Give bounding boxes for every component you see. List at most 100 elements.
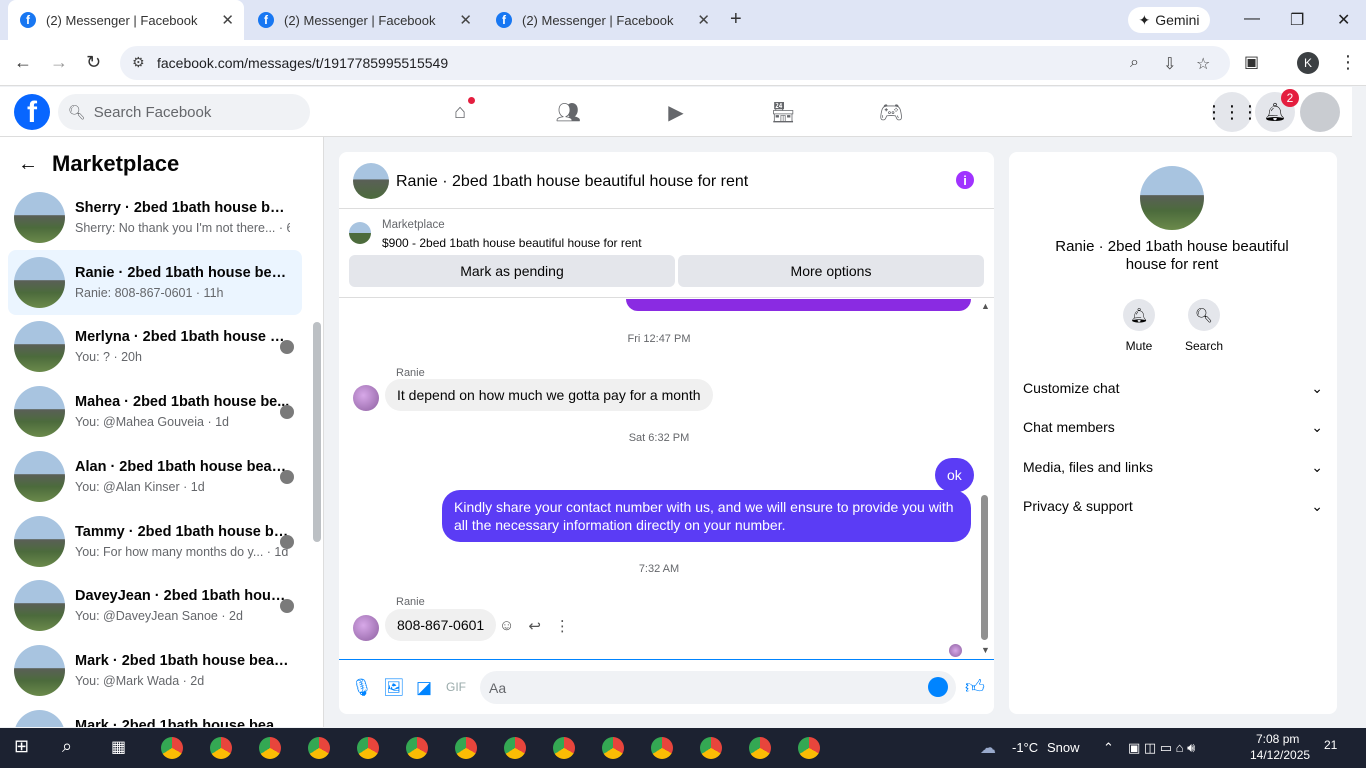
- task-view-icon[interactable]: ▦: [111, 737, 126, 757]
- install-app-icon[interactable]: ⇩: [1163, 54, 1176, 74]
- more-options-button[interactable]: More options: [678, 255, 984, 287]
- sticker-icon[interactable]: ◪: [416, 678, 432, 698]
- clock-date[interactable]: 14/12/2025: [1250, 748, 1310, 762]
- browser-tab-1[interactable]: f (2) Messenger | Facebook ✕: [8, 0, 244, 40]
- weather-temp[interactable]: -1°C: [1012, 740, 1038, 755]
- bookmark-star-icon[interactable]: ☆: [1196, 54, 1210, 74]
- weather-desc[interactable]: Snow: [1047, 740, 1080, 755]
- emoji-icon[interactable]: [928, 677, 948, 697]
- media-files-section[interactable]: Media, files and links ⌄: [1023, 459, 1323, 476]
- marketplace-icon[interactable]: 🏪︎: [770, 100, 795, 124]
- microphone-icon[interactable]: 🎙︎: [351, 678, 373, 698]
- thumbs-up-icon[interactable]: 👍︎: [965, 676, 985, 699]
- outgoing-message[interactable]: ok: [935, 458, 974, 492]
- video-icon[interactable]: ▶: [664, 100, 688, 124]
- profile-avatar[interactable]: K: [1297, 52, 1319, 74]
- back-arrow-icon[interactable]: ←: [14, 52, 32, 73]
- tab-search-icon[interactable]: ▣: [1244, 52, 1259, 72]
- contact-avatar[interactable]: [1140, 166, 1204, 230]
- reload-icon[interactable]: ↻: [86, 52, 101, 73]
- close-tab-icon[interactable]: ✕: [221, 11, 234, 29]
- new-tab-icon[interactable]: +: [730, 8, 742, 31]
- gemini-button[interactable]: ✦ Gemini: [1128, 7, 1210, 33]
- gaming-icon[interactable]: 🎮︎: [878, 100, 903, 124]
- conversation-item[interactable]: DaveyJean · 2bed 1bath house b... You: @D…: [8, 573, 302, 638]
- sender-avatar[interactable]: [353, 385, 379, 411]
- minimize-icon[interactable]: —: [1244, 10, 1260, 28]
- react-icon[interactable]: ☺: [499, 617, 514, 635]
- search-icon[interactable]: ⌕: [62, 736, 72, 757]
- conversation-item[interactable]: Merlyna · 2bed 1bath house b... You: ? · …: [8, 314, 302, 379]
- browser-tab-2[interactable]: f (2) Messenger | Facebook ✕: [258, 0, 472, 40]
- chevron-up-icon[interactable]: ⌃: [1103, 740, 1114, 756]
- chrome-taskbar-icon[interactable]: [357, 737, 379, 759]
- chat-avatar[interactable]: [353, 163, 389, 199]
- chat-title[interactable]: Ranie · 2bed 1bath house beautiful house…: [396, 173, 748, 191]
- info-icon[interactable]: i: [956, 171, 974, 189]
- tray-icons[interactable]: ▣ ◫ ▭ ⌂ 🔊︎: [1128, 740, 1195, 756]
- close-tab-icon[interactable]: ✕: [697, 11, 710, 29]
- search-input[interactable]: 🔍︎ Search Facebook: [58, 94, 310, 130]
- close-tab-icon[interactable]: ✕: [459, 11, 472, 29]
- zoom-icon[interactable]: ⌕: [1130, 54, 1139, 72]
- account-avatar[interactable]: [1300, 92, 1340, 132]
- page-scrollbar[interactable]: [1352, 87, 1366, 727]
- listing-title[interactable]: $900 - 2bed 1bath house beautiful house …: [382, 236, 642, 250]
- privacy-support-section[interactable]: Privacy & support ⌄: [1023, 498, 1323, 515]
- conversation-scrollbar[interactable]: [313, 322, 321, 542]
- reply-icon[interactable]: ↩: [528, 617, 541, 635]
- chrome-taskbar-icon[interactable]: [504, 737, 526, 759]
- windows-start-icon[interactable]: ⊞: [14, 736, 29, 757]
- gif-icon[interactable]: GIF: [446, 680, 466, 694]
- conversation-item[interactable]: Mahea · 2bed 1bath house be... You: @Mahe…: [8, 379, 302, 444]
- chrome-taskbar-icon[interactable]: [455, 737, 477, 759]
- message-input[interactable]: Aa: [480, 671, 956, 704]
- conversation-item[interactable]: Alan · 2bed 1bath house beau... You: @Ala…: [8, 444, 302, 509]
- chrome-taskbar-icon[interactable]: [210, 737, 232, 759]
- close-window-icon[interactable]: ✕: [1337, 10, 1350, 30]
- menu-grid-button[interactable]: ⋮⋮⋮: [1205, 92, 1259, 132]
- clock-time[interactable]: 7:08 pm: [1256, 732, 1299, 746]
- chrome-taskbar-icon[interactable]: [602, 737, 624, 759]
- chrome-taskbar-icon[interactable]: [161, 737, 183, 759]
- search-in-chat-button[interactable]: 🔍︎ Search: [1174, 299, 1234, 353]
- customize-chat-section[interactable]: Customize chat ⌄: [1023, 380, 1323, 397]
- incoming-message[interactable]: 808-867-0601: [385, 609, 497, 641]
- sender-avatar[interactable]: [353, 615, 379, 641]
- outgoing-message[interactable]: Kindly share your contact number with us…: [442, 490, 971, 542]
- mark-as-pending-button[interactable]: Mark as pending: [349, 255, 675, 287]
- url-field[interactable]: ⚙ facebook.com/messages/t/19177859955155…: [120, 46, 1230, 80]
- maximize-icon[interactable]: ❐: [1290, 10, 1304, 30]
- chrome-taskbar-icon[interactable]: [651, 737, 673, 759]
- message-scrollbar[interactable]: [981, 495, 988, 640]
- conversation-item[interactable]: Mark · 2bed 1bath house beauti...: [8, 703, 302, 727]
- back-arrow-icon[interactable]: ←: [18, 153, 38, 176]
- chat-members-section[interactable]: Chat members ⌄: [1023, 419, 1323, 436]
- conversation-item[interactable]: Sherry · 2bed 1bath house beau... Sherry:…: [8, 185, 302, 250]
- conversation-item[interactable]: Ranie · 2bed 1bath house beauti... Ranie:…: [8, 249, 302, 315]
- friends-icon[interactable]: 👥︎: [555, 100, 580, 124]
- facebook-logo-icon[interactable]: f: [14, 94, 50, 130]
- browser-menu-icon[interactable]: ⋮: [1339, 52, 1357, 73]
- more-icon[interactable]: ⋮: [555, 617, 570, 635]
- scroll-up-icon[interactable]: ▲: [981, 301, 990, 311]
- incoming-message[interactable]: It depend on how much we gotta pay for a…: [385, 379, 713, 411]
- conversation-item[interactable]: Mark · 2bed 1bath house beauti... You: @M…: [8, 638, 302, 703]
- site-info-icon[interactable]: ⚙: [132, 54, 145, 71]
- chrome-taskbar-icon[interactable]: [259, 737, 281, 759]
- listing-thumbnail[interactable]: [349, 222, 371, 244]
- home-icon[interactable]: ⌂: [448, 100, 472, 124]
- chrome-taskbar-icon[interactable]: [749, 737, 771, 759]
- chrome-taskbar-icon[interactable]: [798, 737, 820, 759]
- notification-center[interactable]: 21: [1324, 738, 1337, 752]
- mute-button[interactable]: 🔔︎ Mute: [1109, 299, 1169, 353]
- scroll-down-icon[interactable]: ▼: [981, 645, 990, 655]
- photo-icon[interactable]: 🖼︎: [383, 678, 405, 698]
- forward-arrow-icon[interactable]: →: [50, 52, 68, 73]
- conversation-item[interactable]: Tammy · 2bed 1bath house be... You: For h…: [8, 509, 302, 574]
- browser-tab-3[interactable]: f (2) Messenger | Facebook ✕: [496, 0, 710, 40]
- chrome-taskbar-icon[interactable]: [700, 737, 722, 759]
- chrome-taskbar-icon[interactable]: [553, 737, 575, 759]
- chrome-taskbar-icon[interactable]: [308, 737, 330, 759]
- chrome-taskbar-icon[interactable]: [406, 737, 428, 759]
